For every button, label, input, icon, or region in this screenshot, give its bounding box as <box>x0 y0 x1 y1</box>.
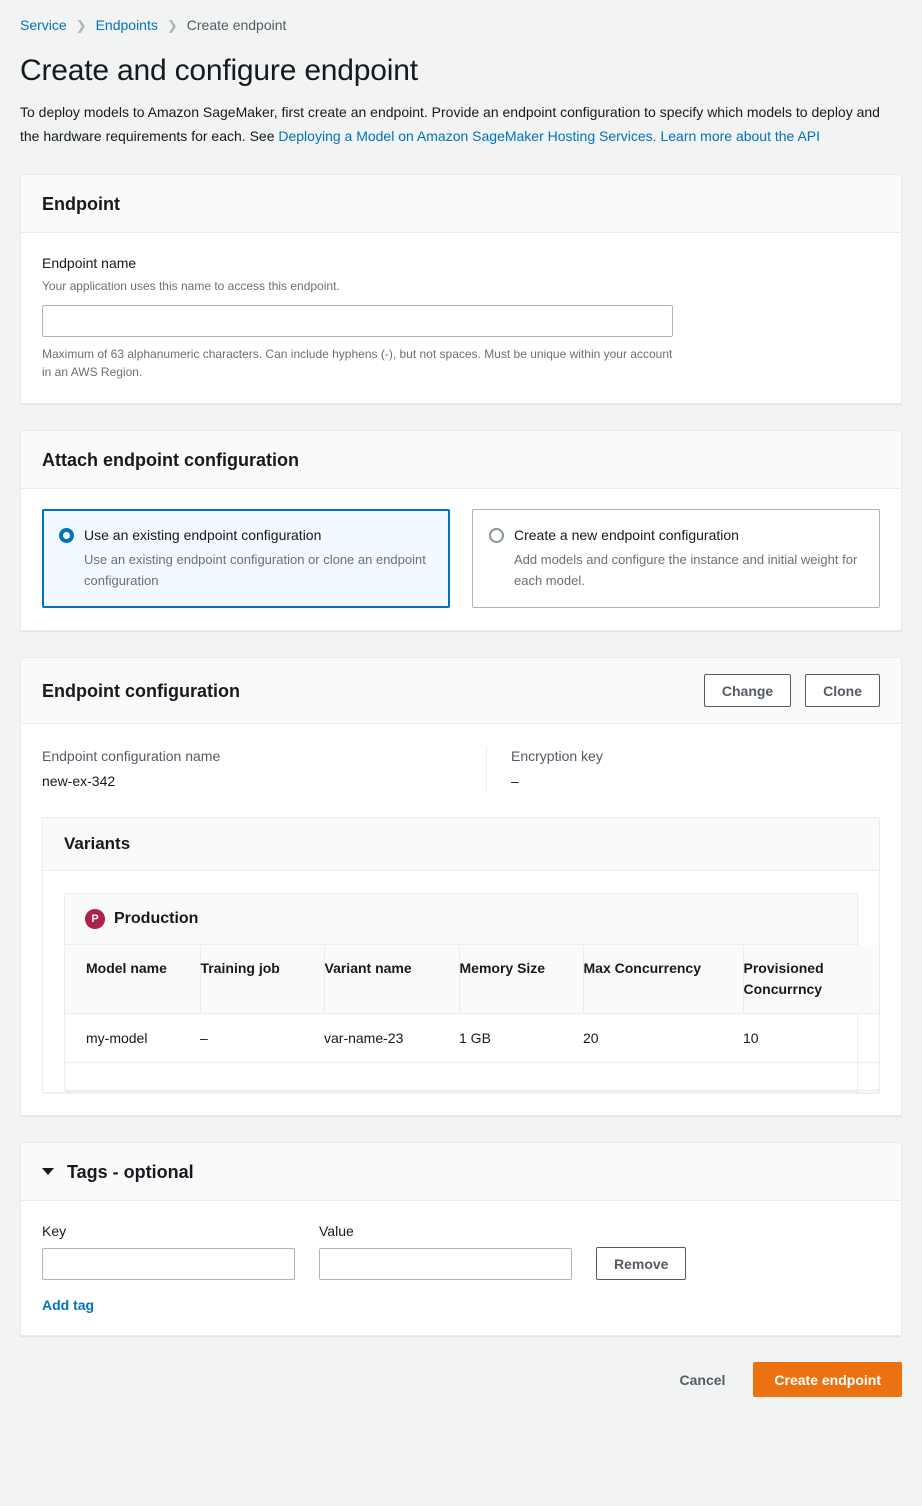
breadcrumb-item-current: Create endpoint <box>187 17 287 33</box>
deploying-model-doc-link[interactable]: Deploying a Model on Amazon SageMaker Ho… <box>278 128 820 144</box>
configuration-name-value: new-ex-342 <box>42 771 486 791</box>
tags-expand-toggle[interactable]: Tags - optional <box>42 1160 194 1184</box>
cell-training-job: – <box>200 1014 324 1063</box>
encryption-key-field: Encryption key – <box>486 746 603 791</box>
attach-section-title: Attach endpoint configuration <box>42 448 299 472</box>
table-row-empty <box>65 1063 880 1091</box>
configuration-option-group: Use an existing endpoint configuration U… <box>42 509 880 608</box>
tags-card-body: Key Value Remove Add tag <box>21 1201 901 1335</box>
column-header-model-name: Model name <box>65 945 200 1014</box>
endpoint-configuration-card-header: Endpoint configuration Change Clone <box>21 658 901 724</box>
tag-entry-row: Key Value Remove <box>42 1221 880 1280</box>
configuration-name-label: Endpoint configuration name <box>42 746 486 766</box>
variant-group-production: P Production <box>64 893 858 1092</box>
radio-button-unselected-icon[interactable] <box>489 528 504 543</box>
radio-tile-top: Create a new endpoint configuration <box>489 525 863 545</box>
footer-actions: Cancel Create endpoint <box>20 1362 902 1421</box>
variant-group-name: Production <box>114 910 198 928</box>
variant-group-header: P Production <box>65 894 857 945</box>
page-description: To deploy models to Amazon SageMaker, fi… <box>20 100 902 148</box>
tags-card-header[interactable]: Tags - optional <box>21 1143 901 1201</box>
configuration-summary: Endpoint configuration name new-ex-342 E… <box>42 744 880 795</box>
endpoint-name-hint: Maximum of 63 alphanumeric characters. C… <box>42 345 676 381</box>
cell-variant-name: var-name-23 <box>324 1014 459 1063</box>
radio-tile-description-create-new: Add models and configure the instance an… <box>514 549 863 591</box>
tags-section-title: Tags - optional <box>67 1160 194 1184</box>
endpoint-configuration-title: Endpoint configuration <box>42 679 240 703</box>
tag-value-field: Value <box>319 1221 572 1280</box>
add-tag-link[interactable]: Add tag <box>42 1297 94 1313</box>
radio-tile-label-create-new: Create a new endpoint configuration <box>514 525 739 545</box>
cancel-button[interactable]: Cancel <box>660 1362 746 1397</box>
breadcrumb: Service ❯ Endpoints ❯ Create endpoint <box>20 14 902 36</box>
chevron-down-icon[interactable] <box>42 1168 54 1175</box>
variants-table-head: Model name Training job Variant name Mem… <box>65 945 880 1014</box>
cell-max-concurrency: 20 <box>583 1014 743 1063</box>
endpoint-card: Endpoint Endpoint name Your application … <box>20 174 902 404</box>
cell-provisioned-concurrency: 10 <box>743 1014 880 1063</box>
endpoint-name-input[interactable] <box>42 305 673 337</box>
change-button[interactable]: Change <box>704 674 791 707</box>
breadcrumb-item-endpoints[interactable]: Endpoints <box>96 17 158 33</box>
breadcrumb-separator-icon: ❯ <box>167 19 178 32</box>
radio-tile-label-use-existing: Use an existing endpoint configuration <box>84 525 321 545</box>
tag-key-field: Key <box>42 1221 295 1280</box>
column-header-training-job: Training job <box>200 945 324 1014</box>
attach-configuration-card: Attach endpoint configuration Use an exi… <box>20 430 902 631</box>
variants-card-header: Variants <box>43 818 879 871</box>
cell-model-name: my-model <box>65 1014 200 1063</box>
tags-card: Tags - optional Key Value Remove Add tag <box>20 1142 902 1336</box>
variants-table-body: my-model – var-name-23 1 GB 20 10 <box>65 1014 880 1091</box>
attach-configuration-card-body: Use an existing endpoint configuration U… <box>21 489 901 630</box>
production-badge-icon: P <box>85 909 105 929</box>
endpoint-configuration-actions: Change Clone <box>704 674 880 707</box>
radio-tile-top: Use an existing endpoint configuration <box>59 525 433 545</box>
endpoint-card-header: Endpoint <box>21 175 901 233</box>
variants-table-header-row: Model name Training job Variant name Mem… <box>65 945 880 1014</box>
variants-table: Model name Training job Variant name Mem… <box>65 945 880 1091</box>
endpoint-configuration-card: Endpoint configuration Change Clone Endp… <box>20 657 902 1116</box>
endpoint-name-description: Your application uses this name to acces… <box>42 277 880 295</box>
column-header-provisioned-concurrency: Provisioned Concurrncy <box>743 945 880 1014</box>
encryption-key-label: Encryption key <box>511 746 603 766</box>
radio-tile-create-new-configuration[interactable]: Create a new endpoint configuration Add … <box>472 509 880 608</box>
tag-key-input[interactable] <box>42 1248 295 1280</box>
breadcrumb-item-service[interactable]: Service <box>20 17 67 33</box>
configuration-name-field: Endpoint configuration name new-ex-342 <box>42 746 486 791</box>
remove-tag-button[interactable]: Remove <box>596 1247 686 1280</box>
page-title: Create and configure endpoint <box>20 52 902 90</box>
tag-value-input[interactable] <box>319 1248 572 1280</box>
endpoint-name-label: Endpoint name <box>42 253 880 273</box>
page-container: Service ❯ Endpoints ❯ Create endpoint Cr… <box>0 0 922 1421</box>
endpoint-configuration-card-body: Endpoint configuration name new-ex-342 E… <box>21 724 901 1115</box>
radio-button-selected-icon[interactable] <box>59 528 74 543</box>
attach-configuration-card-header: Attach endpoint configuration <box>21 431 901 489</box>
column-header-variant-name: Variant name <box>324 945 459 1014</box>
variants-card-body: P Production <box>43 871 879 1092</box>
tag-key-label: Key <box>42 1221 295 1241</box>
breadcrumb-separator-icon: ❯ <box>76 19 87 32</box>
endpoint-card-body: Endpoint name Your application uses this… <box>21 233 901 403</box>
endpoint-section-title: Endpoint <box>42 192 120 216</box>
create-endpoint-button[interactable]: Create endpoint <box>753 1362 902 1397</box>
variants-title: Variants <box>64 834 858 854</box>
tag-value-label: Value <box>319 1221 572 1241</box>
variants-card: Variants P Production <box>42 817 880 1093</box>
column-header-memory-size: Memory Size <box>459 945 583 1014</box>
radio-tile-description-use-existing: Use an existing endpoint configuration o… <box>84 549 433 591</box>
cell-memory-size: 1 GB <box>459 1014 583 1063</box>
table-row: my-model – var-name-23 1 GB 20 10 <box>65 1014 880 1063</box>
clone-button[interactable]: Clone <box>805 674 880 707</box>
encryption-key-value: – <box>511 771 603 791</box>
column-header-max-concurrency: Max Concurrency <box>583 945 743 1014</box>
radio-tile-use-existing-configuration[interactable]: Use an existing endpoint configuration U… <box>42 509 450 608</box>
